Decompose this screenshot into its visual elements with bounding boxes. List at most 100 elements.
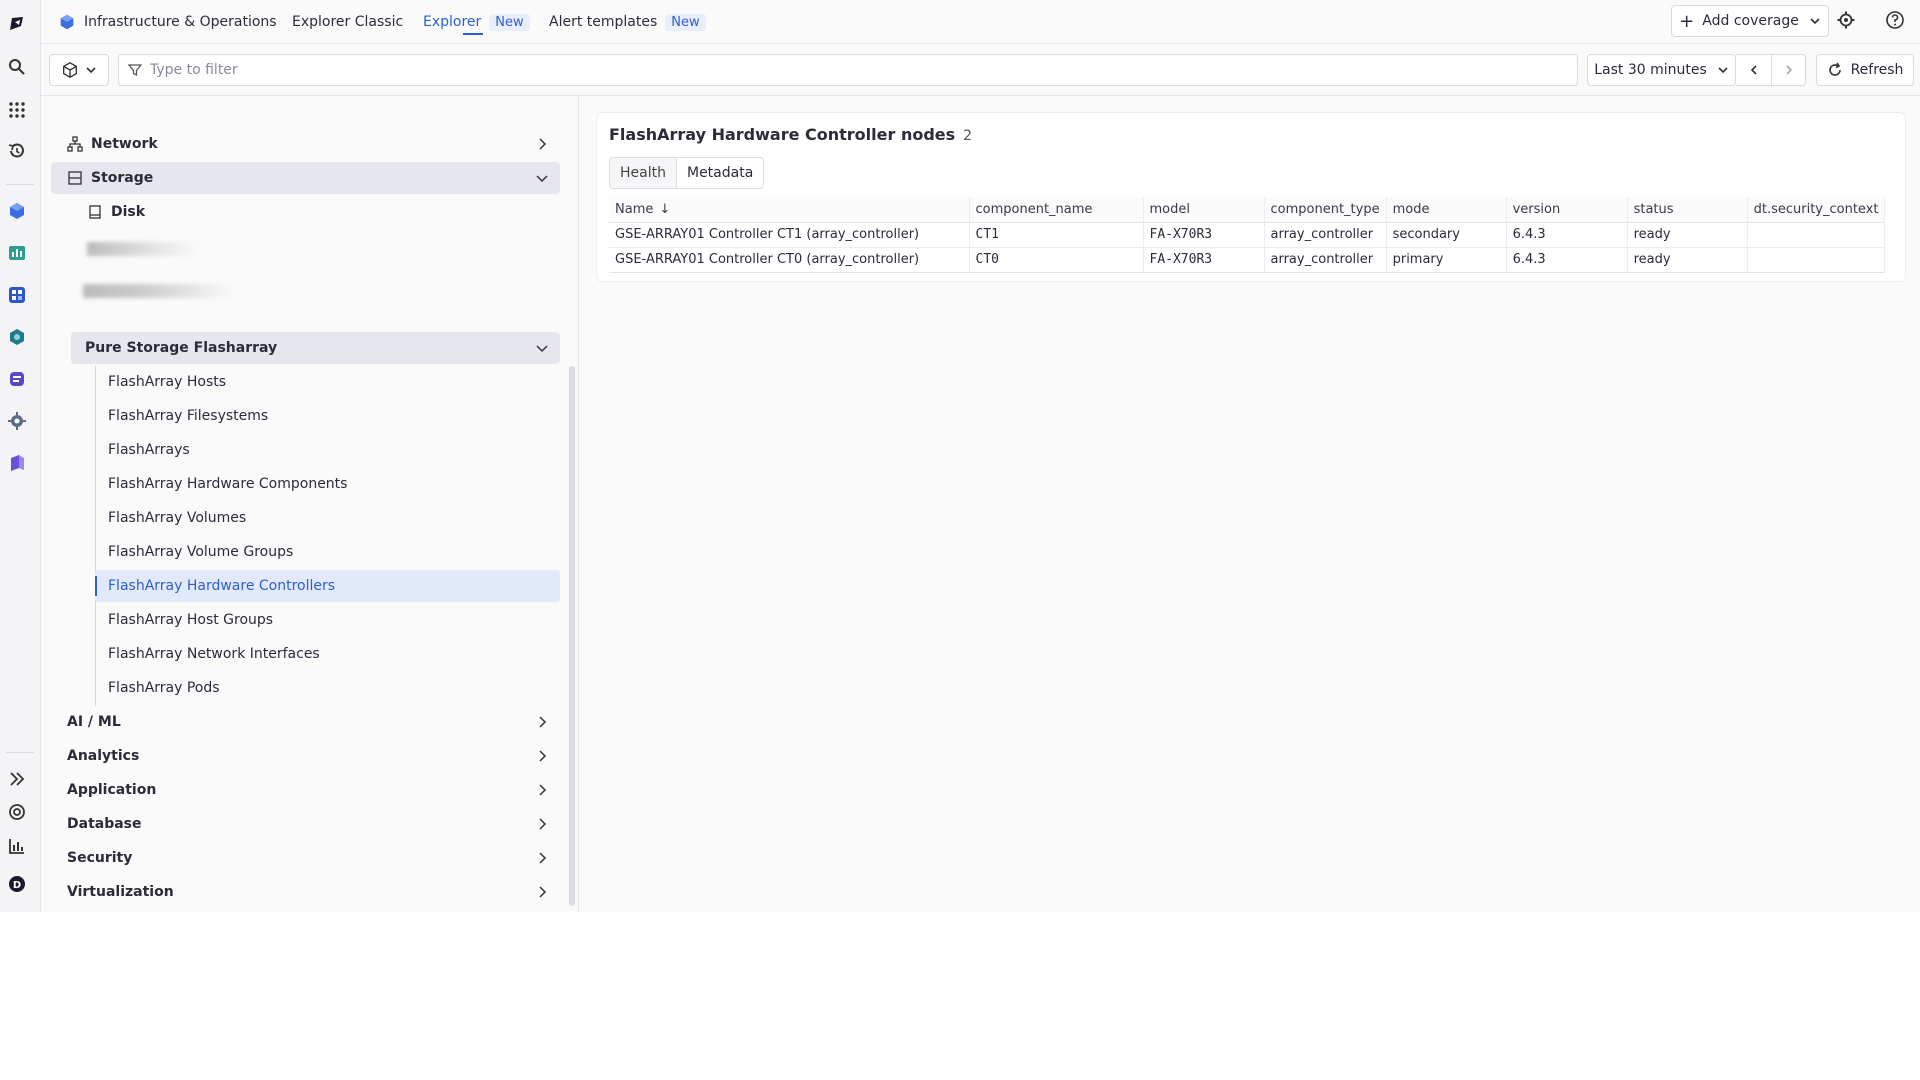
sidebar-item-flasharray-pods[interactable]: FlashArray Pods — [95, 672, 560, 704]
table-header-row: Name ↓ component_name model component_typ… — [609, 197, 1886, 223]
entity-type-selector[interactable] — [49, 54, 109, 86]
logs-app-icon[interactable] — [6, 368, 28, 390]
help-icon[interactable] — [1885, 10, 1907, 32]
timeframe-label: Last 30 minutes — [1594, 62, 1707, 78]
sidebar-item-flasharray-hardware-controllers[interactable]: FlashArray Hardware Controllers — [95, 570, 560, 602]
main-content: FlashArray Hardware Controller nodes 2 He… — [580, 96, 1920, 912]
cell-component-type: array_controller — [1264, 222, 1387, 248]
active-item-indicator — [95, 576, 97, 596]
table-row[interactable]: GSE-ARRAY01 Controller CT1 (array_contro… — [609, 222, 1886, 248]
refresh-button[interactable]: Refresh — [1816, 54, 1914, 86]
sidebar-item-label: FlashArray Hosts — [108, 374, 227, 390]
tab-explorer-classic[interactable]: Explorer Classic — [292, 0, 403, 44]
cell-name[interactable]: GSE-ARRAY01 Controller CT1 (array_contro… — [609, 222, 970, 248]
history-icon[interactable] — [6, 140, 28, 162]
cell-version: 6.4.3 — [1506, 222, 1628, 248]
sidebar-item-application[interactable]: Application — [51, 774, 560, 806]
filter-placeholder: Type to filter — [150, 62, 238, 78]
column-header-security-context[interactable]: dt.security_context — [1747, 197, 1886, 223]
chevron-down-icon — [86, 67, 96, 74]
sidebar-item-label: FlashArray Hardware Components — [108, 476, 348, 492]
left-rail: D — [0, 0, 41, 912]
timeframe-selector[interactable]: Last 30 minutes — [1587, 54, 1736, 86]
sidebar-scrollbar[interactable] — [569, 366, 575, 906]
expand-rail-icon[interactable] — [6, 768, 28, 790]
column-header-component-type[interactable]: component_type — [1264, 197, 1387, 223]
settings-app-icon[interactable] — [6, 410, 28, 432]
sidebar-item-label: FlashArray Hardware Controllers — [108, 578, 336, 594]
sidebar-item-storage[interactable]: Storage — [51, 162, 560, 194]
sidebar-item-label: FlashArray Volume Groups — [108, 544, 294, 560]
cell-name[interactable]: GSE-ARRAY01 Controller CT0 (array_contro… — [609, 247, 970, 273]
chevron-right-icon — [539, 852, 547, 864]
sidebar-item-flasharray-volumes[interactable]: FlashArray Volumes — [95, 502, 560, 534]
cell-status: ready — [1627, 222, 1748, 248]
sidebar-item-database[interactable]: Database — [51, 808, 560, 840]
sidebar-item-flasharray-network-interfaces[interactable]: FlashArray Network Interfaces — [95, 638, 560, 670]
redacted-item — [87, 242, 197, 256]
column-header-component-name[interactable]: component_name — [969, 197, 1144, 223]
sidebar-item-flasharray-host-groups[interactable]: FlashArray Host Groups — [95, 604, 560, 636]
tab-metadata[interactable]: Metadata — [675, 158, 764, 188]
sort-descending-icon: ↓ — [659, 201, 671, 217]
sidebar-item-pure-storage-flasharray[interactable]: Pure Storage Flasharray — [71, 332, 560, 364]
user-avatar-icon[interactable]: D — [6, 873, 28, 895]
tab-health[interactable]: Health — [610, 158, 676, 188]
filter-input[interactable]: Type to filter — [118, 54, 1578, 86]
active-tab-indicator — [463, 33, 483, 35]
refresh-icon — [1828, 62, 1841, 76]
sidebar-item-label: FlashArray Volumes — [108, 510, 247, 526]
sidebar-item-label: Analytics — [67, 748, 140, 764]
sidebar-item-label: Database — [67, 816, 142, 832]
sidebar-item-virtualization[interactable]: Virtualization — [51, 876, 560, 908]
app-title[interactable]: Infrastructure & Operations — [58, 0, 277, 44]
tab-explorer[interactable]: Explorer New — [423, 0, 530, 44]
sidebar-item-security[interactable]: Security — [51, 842, 560, 874]
cell-security-context — [1747, 222, 1886, 248]
hub-app-icon[interactable] — [6, 452, 28, 474]
column-header-status[interactable]: status — [1627, 197, 1748, 223]
timeframe-next-button[interactable] — [1772, 54, 1806, 86]
cell-model: FA-X70R3 — [1143, 247, 1265, 273]
tab-label: Explorer Classic — [292, 14, 404, 30]
apps-grid-icon[interactable] — [6, 99, 28, 121]
cell-mode: secondary — [1386, 222, 1507, 248]
infrastructure-app-icon[interactable] — [6, 200, 28, 222]
services-app-icon[interactable] — [6, 284, 28, 306]
sidebar-item-flasharray-hardware-components[interactable]: FlashArray Hardware Components — [95, 468, 560, 500]
cell-model: FA-X70R3 — [1143, 222, 1265, 248]
sidebar-item-label: FlashArray Network Interfaces — [108, 646, 320, 662]
search-icon[interactable] — [6, 56, 28, 78]
redacted-item — [83, 284, 233, 298]
panel-title: FlashArray Hardware Controller nodes 2 — [609, 125, 972, 144]
entity-table-panel: FlashArray Hardware Controller nodes 2 He… — [596, 112, 1906, 282]
kubernetes-app-icon[interactable] — [6, 326, 28, 348]
support-icon[interactable] — [6, 801, 28, 823]
column-header-mode[interactable]: mode — [1386, 197, 1507, 223]
sidebar-item-flasharrays[interactable]: FlashArrays — [95, 434, 560, 466]
dashboard-app-icon[interactable] — [6, 242, 28, 264]
whats-new-icon[interactable] — [6, 835, 28, 857]
sidebar-item-flasharray-volume-groups[interactable]: FlashArray Volume Groups — [95, 536, 560, 568]
timeframe-previous-button[interactable] — [1736, 54, 1772, 86]
column-header-model[interactable]: model — [1143, 197, 1265, 223]
settings-gear-icon[interactable] — [1836, 10, 1858, 32]
refresh-label: Refresh — [1850, 62, 1904, 78]
tab-alert-templates[interactable]: Alert templates New — [549, 0, 706, 44]
svg-text:D: D — [13, 880, 21, 891]
chevron-right-icon — [539, 750, 547, 762]
column-header-name[interactable]: Name ↓ — [609, 197, 970, 223]
sidebar-item-label: Disk — [111, 204, 146, 220]
cell-component-name: CT0 — [969, 247, 1144, 273]
column-header-version[interactable]: version — [1506, 197, 1628, 223]
sidebar-item-disk[interactable]: Disk — [87, 196, 560, 228]
add-coverage-button[interactable]: + Add coverage — [1671, 5, 1829, 37]
table-row[interactable]: GSE-ARRAY01 Controller CT0 (array_contro… — [609, 247, 1886, 273]
network-icon — [67, 136, 83, 152]
sidebar-item-flasharray-hosts[interactable]: FlashArray Hosts — [95, 366, 560, 398]
sidebar-item-analytics[interactable]: Analytics — [51, 740, 560, 772]
sidebar-item-network[interactable]: Network — [51, 128, 560, 160]
sidebar-item-ai-ml[interactable]: AI / ML — [51, 706, 560, 738]
sidebar-item-flasharray-filesystems[interactable]: FlashArray Filesystems — [95, 400, 560, 432]
dynatrace-logo-icon[interactable] — [6, 13, 28, 35]
